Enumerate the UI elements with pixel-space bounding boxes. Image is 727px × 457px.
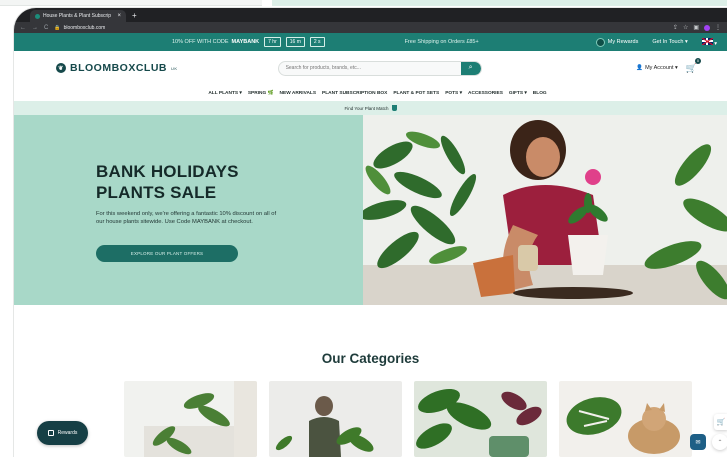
chevron-up-icon: ⌃ [717, 439, 723, 446]
logo-region: UK [171, 65, 178, 71]
plant-match-label: Find Your Plant Match [344, 105, 389, 111]
chat-button[interactable]: ✉ [690, 434, 706, 450]
share-icon[interactable]: ⇪ [673, 24, 678, 31]
sidebar-icon[interactable]: ▣ [693, 24, 699, 31]
site-logo[interactable]: ❦ BLOOMBOXCLUB UK [56, 62, 178, 74]
rewards-widget-label: Rewards [57, 430, 78, 436]
logo-leaf-icon: ❦ [56, 63, 66, 73]
nav-item-spring[interactable]: SPRING 🌿 [248, 91, 274, 96]
my-account-link[interactable]: 👤 My Account ▾ [636, 65, 678, 71]
favicon-icon [35, 13, 40, 19]
search-button[interactable]: ⌕ [460, 61, 481, 75]
hero-title-line-1: BANK HOLIDAYS [96, 162, 239, 181]
chat-bubble-icon: ✉ [695, 439, 701, 446]
user-icon: 👤 [636, 65, 644, 71]
background-panel-right [272, 0, 727, 6]
nav-item-all-plants[interactable]: ALL PLANTS ▾ [208, 91, 242, 96]
category-card[interactable] [124, 381, 257, 457]
uk-flag-icon [701, 37, 713, 45]
my-account-label: My Account ▾ [645, 65, 678, 71]
new-tab-button[interactable]: + [132, 10, 137, 22]
hero-banner: BANK HOLIDAYS PLANTS SALE For this weeke… [14, 115, 727, 305]
hero-text-panel: BANK HOLIDAYS PLANTS SALE For this weeke… [14, 115, 363, 305]
nav-item-gifts[interactable]: GIFTS ▾ [509, 91, 527, 96]
nav-item-blog[interactable]: BLOG [533, 91, 547, 96]
category-image-pet-friendly [559, 381, 692, 457]
hero-image [363, 115, 727, 305]
promo-offer: 10% OFF WITH CODE MAYBANK 7 hr 16 m 2 s [172, 37, 325, 47]
side-cart-button[interactable]: 🛒 [714, 414, 727, 430]
tab-title: House Plants & Plant Subscrip [43, 13, 112, 19]
cart-count-badge: 0 [695, 57, 701, 64]
categories-title: Our Categories [321, 351, 420, 366]
rewards-avatar-icon [595, 37, 605, 47]
lock-icon: 🔒 [54, 24, 61, 31]
search-input[interactable] [278, 65, 461, 71]
rewards-widget-button[interactable]: Rewards [37, 421, 88, 445]
plant-match-bar[interactable]: Find Your Plant Match [14, 101, 727, 115]
site-header: ❦ BLOOMBOXCLUB UK ⌕ 👤 My Account ▾ 🛒 0 [14, 51, 727, 85]
gift-icon [47, 430, 54, 436]
my-rewards-label: My Rewards [607, 39, 639, 45]
nav-item-plant-pot-sets[interactable]: PLANT & POT SETS [393, 91, 439, 96]
browser-tab-bar: House Plants & Plant Subscrip × + [14, 8, 727, 22]
country-caret-icon: ▾ [714, 40, 717, 47]
cart-button[interactable]: 🛒 0 [685, 57, 701, 74]
bookmark-star-icon[interactable]: ☆ [683, 24, 688, 31]
categories-row [124, 381, 692, 457]
nav-item-plant-subscription-box[interactable]: PLANT SUBSCRIPTION BOX [322, 91, 387, 96]
logo-text: BLOOMBOXCLUB [70, 62, 167, 74]
promo-right-links: My Rewards Get In Touch ▾ ▾ [595, 37, 717, 47]
explore-plant-offers-button[interactable]: EXPLORE OUR PLANT OFFERS [96, 245, 238, 262]
countdown-hours: 7 hr [264, 37, 281, 47]
background-panel-left [0, 0, 262, 6]
category-card[interactable] [559, 381, 692, 457]
profile-avatar-icon[interactable] [704, 24, 710, 31]
category-card[interactable] [414, 381, 547, 457]
browser-tab[interactable]: House Plants & Plant Subscrip × [30, 10, 126, 22]
nav-item-pots[interactable]: POTS ▾ [445, 91, 462, 96]
search-icon: ⌕ [468, 64, 473, 71]
hero-title-line-2: PLANTS SALE [96, 183, 217, 202]
my-rewards-link[interactable]: My Rewards [595, 37, 639, 47]
hero-photo-illustration [363, 115, 727, 305]
free-shipping-text: Free Shipping on Orders £85+ [404, 39, 479, 45]
reload-icon[interactable]: C [44, 25, 48, 31]
page: House Plants & Plant Subscrip × + ← → C … [0, 0, 727, 457]
side-cart-icon: 🛒 [716, 419, 726, 426]
plant-pot-icon [391, 105, 397, 111]
search-bar: ⌕ [277, 60, 482, 76]
browser-window: House Plants & Plant Subscrip × + ← → C … [14, 8, 727, 457]
hero-title: BANK HOLIDAYS PLANTS SALE [96, 161, 239, 203]
browser-address-bar: ← → C 🔒 bloomboxclub.com ⇪ ☆ ▣ ⋮ [14, 22, 727, 33]
nav-item-accessories[interactable]: ACCESSORIES [468, 91, 503, 96]
url-field[interactable]: 🔒 bloomboxclub.com [54, 25, 105, 31]
promo-bar: 10% OFF WITH CODE MAYBANK 7 hr 16 m 2 s … [14, 33, 727, 51]
main-navigation: ALL PLANTS ▾ SPRING 🌿 NEW ARRIVALS PLANT… [14, 85, 727, 101]
browser-menu-icon[interactable]: ⋮ [715, 24, 721, 31]
back-arrow-icon[interactable]: ← [20, 25, 26, 31]
category-image-subscription [269, 381, 402, 457]
browser-toolbar-icons: ⇪ ☆ ▣ ⋮ [673, 24, 721, 31]
promo-code: MAYBANK [231, 39, 260, 45]
get-in-touch-link[interactable]: Get In Touch ▾ [652, 39, 687, 45]
tab-close-icon[interactable]: × [117, 13, 121, 19]
hero-description: For this weekend only, we're offering a … [96, 211, 277, 225]
forward-arrow-icon[interactable]: → [32, 25, 38, 31]
nav-item-new-arrivals[interactable]: NEW ARRIVALS [280, 91, 317, 96]
promo-offer-text: 10% OFF WITH CODE [172, 39, 229, 45]
country-selector[interactable]: ▾ [701, 37, 717, 47]
countdown-minutes: 16 m [285, 37, 305, 47]
url-text: bloomboxclub.com [63, 24, 106, 31]
category-image-pots [414, 381, 547, 457]
countdown-seconds: 2 s [309, 37, 325, 47]
scroll-to-top-button[interactable]: ⌃ [712, 434, 727, 450]
category-card[interactable] [269, 381, 402, 457]
cart-icon: 🛒 [685, 62, 697, 73]
category-image-plants [124, 381, 257, 457]
